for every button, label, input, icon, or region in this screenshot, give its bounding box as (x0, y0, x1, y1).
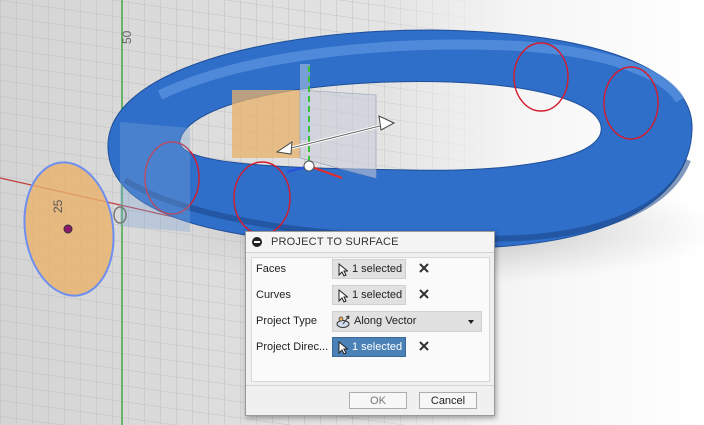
curves-clear-icon[interactable] (418, 288, 430, 300)
dimension-label-25: 25 (51, 199, 65, 213)
project-direction-row: Project Direc... 1 selected (252, 336, 489, 360)
dialog-title: PROJECT TO SURFACE (271, 236, 399, 248)
faces-row: Faces 1 selected (252, 258, 489, 282)
project-type-value: Along Vector (354, 315, 417, 327)
project-type-dropdown[interactable]: Along Vector (332, 311, 482, 332)
select-arrow-icon (338, 341, 348, 355)
project-to-surface-dialog: PROJECT TO SURFACE Faces 1 selected Curv… (245, 231, 495, 416)
faces-select-button[interactable]: 1 selected (332, 259, 406, 279)
cancel-button[interactable]: Cancel (419, 392, 477, 409)
faces-label: Faces (256, 263, 286, 275)
curves-label: Curves (256, 289, 291, 301)
faces-clear-icon[interactable] (418, 262, 430, 274)
curves-value: 1 selected (352, 289, 403, 301)
project-direction-label: Project Direc... (256, 341, 329, 353)
origin-point[interactable] (303, 160, 315, 172)
curves-select-button[interactable]: 1 selected (332, 285, 406, 305)
dimension-label-50: 50 (120, 30, 134, 44)
ok-button[interactable]: OK (349, 392, 407, 409)
select-arrow-icon (338, 263, 348, 277)
project-type-label: Project Type (256, 315, 317, 327)
curves-row: Curves 1 selected (252, 284, 489, 308)
profile-center-point[interactable] (63, 224, 73, 234)
dialog-header: PROJECT TO SURFACE (246, 232, 494, 253)
along-vector-icon (336, 315, 350, 328)
dialog-body: Faces 1 selected Curves 1 selected Proje… (251, 257, 490, 382)
dialog-footer: OK Cancel (246, 385, 494, 416)
chevron-down-icon (468, 320, 474, 324)
faces-value: 1 selected (352, 263, 403, 275)
collapse-icon[interactable] (252, 237, 262, 247)
project-type-row: Project Type Along Vector (252, 310, 489, 334)
project-direction-value: 1 selected (352, 341, 403, 353)
project-direction-select-button[interactable]: 1 selected (332, 337, 406, 357)
select-arrow-icon (338, 289, 348, 303)
project-direction-clear-icon[interactable] (418, 340, 430, 352)
